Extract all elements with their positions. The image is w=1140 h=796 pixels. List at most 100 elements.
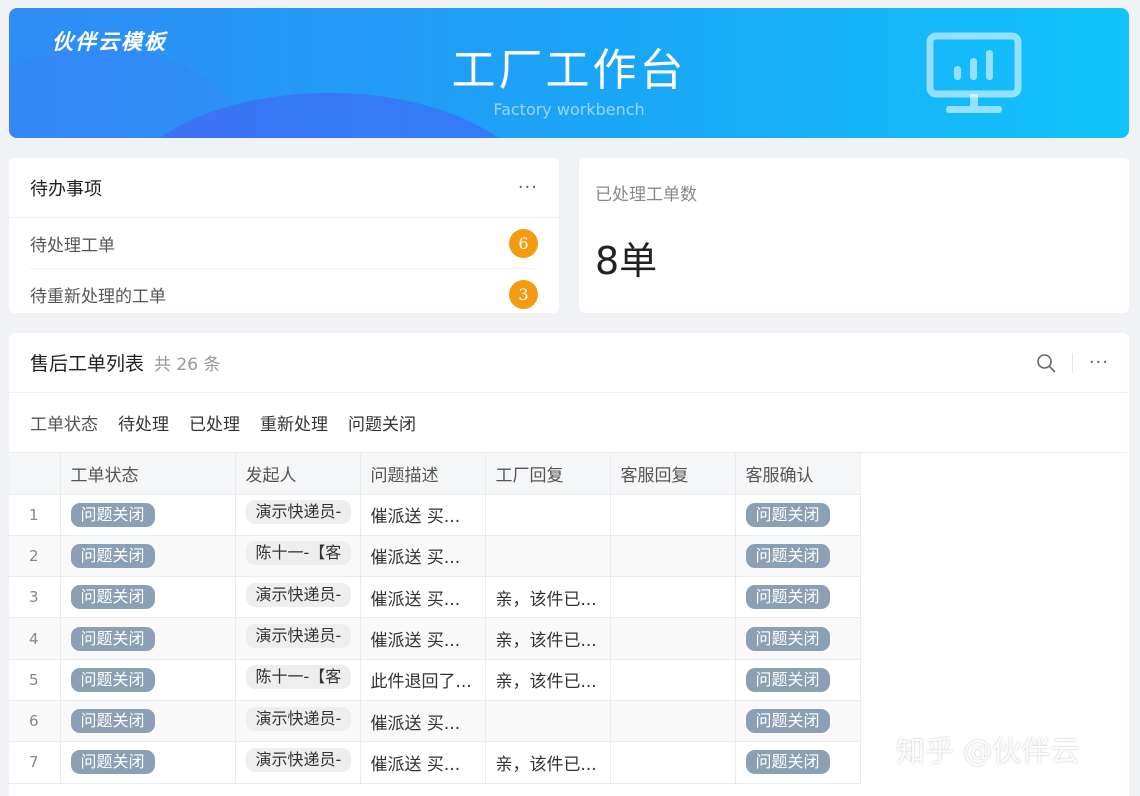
table-row[interactable]: 7 问题关闭 演示快递员- 催派送 买... 亲，该件已... 问题关闭 <box>9 741 861 784</box>
row-index: 1 <box>9 494 61 536</box>
column-header[interactable]: 问题描述 <box>360 453 486 495</box>
cs-reply-cell <box>610 617 736 660</box>
column-header[interactable]: 客服回复 <box>610 453 736 495</box>
desc-cell: 催派送 买... <box>360 700 486 743</box>
row-index: 6 <box>9 700 61 743</box>
column-header-index <box>9 453 61 495</box>
count-badge: 6 <box>509 228 538 258</box>
desc-cell: 催派送 买... <box>360 617 486 660</box>
confirm-pill: 问题关闭 <box>745 750 830 775</box>
status-cell: 问题关闭 <box>60 535 236 578</box>
initiator-chip: 陈十一-【客 <box>245 541 351 566</box>
row-index: 7 <box>9 741 61 784</box>
initiator-cell: 陈十一-【客 <box>235 659 361 701</box>
list-toolbar: ··· <box>1036 352 1109 373</box>
row-index: 5 <box>9 659 61 701</box>
row-index: 2 <box>9 535 61 578</box>
status-cell: 问题关闭 <box>60 741 236 784</box>
table-row[interactable]: 1 问题关闭 演示快递员- 催派送 买... 问题关闭 <box>9 494 861 536</box>
cs-confirm-cell: 问题关闭 <box>735 700 861 743</box>
factory-reply-cell <box>485 535 611 578</box>
desc-cell: 催派送 买... <box>360 576 486 619</box>
watermark: 知乎 @伙伴云 <box>896 734 1080 768</box>
cs-confirm-cell: 问题关闭 <box>735 659 861 701</box>
initiator-chip: 演示快递员- <box>245 624 351 649</box>
status-cell: 问题关闭 <box>60 700 236 743</box>
todo-header: 待办事项 ··· <box>9 158 559 218</box>
search-icon[interactable] <box>1036 353 1056 373</box>
filter-pending[interactable]: 待处理 <box>118 410 169 435</box>
confirm-pill: 问题关闭 <box>745 626 830 651</box>
filter-processed[interactable]: 已处理 <box>189 410 240 435</box>
filter-closed[interactable]: 问题关闭 <box>348 410 416 435</box>
count-badge: 3 <box>509 280 538 309</box>
toolbar-divider <box>1071 352 1073 373</box>
work-order-list: 售后工单列表 共 26 条 ··· 工单状态 待处理 已处理 重新处理 问题关闭… <box>9 333 1129 796</box>
initiator-chip: 陈十一-【客 <box>245 665 351 690</box>
desc-cell: 催派送 买... <box>360 741 486 784</box>
cs-confirm-cell: 问题关闭 <box>735 494 861 536</box>
factory-reply-cell: 亲，该件已... <box>485 659 611 701</box>
status-pill: 问题关闭 <box>70 709 155 734</box>
todo-item-label: 待重新处理的工单 <box>30 287 166 307</box>
cs-confirm-cell: 问题关闭 <box>735 617 861 660</box>
status-cell: 问题关闭 <box>60 576 236 619</box>
factory-reply-cell <box>485 494 611 536</box>
initiator-cell: 演示快递员- <box>235 494 361 536</box>
initiator-cell: 演示快递员- <box>235 741 361 784</box>
table-row[interactable]: 6 问题关闭 演示快递员- 催派送 买... 问题关闭 <box>9 700 861 743</box>
initiator-cell: 陈十一-【客 <box>235 535 361 578</box>
factory-reply-cell: 亲，该件已... <box>485 576 611 619</box>
status-cell: 问题关闭 <box>60 659 236 701</box>
initiator-chip: 演示快递员- <box>245 747 351 772</box>
todo-item-label: 待处理工单 <box>30 235 115 256</box>
column-header[interactable]: 工厂回复 <box>485 453 611 495</box>
cs-confirm-cell: 问题关闭 <box>735 535 861 578</box>
filter-reprocess[interactable]: 重新处理 <box>260 410 328 435</box>
record-count: 共 26 条 <box>154 355 221 375</box>
more-options-icon[interactable]: ··· <box>518 177 538 198</box>
confirm-pill: 问题关闭 <box>745 502 830 527</box>
row-index: 4 <box>9 617 61 660</box>
cs-reply-cell <box>610 576 736 619</box>
cs-reply-cell <box>610 494 736 536</box>
work-order-table: 工单状态 发起人 问题描述 工厂回复 客服回复 客服确认 1 问题关闭 演示快递… <box>9 453 861 784</box>
todo-item-reprocess[interactable]: 待重新处理的工单 3 <box>30 269 538 313</box>
initiator-cell: 演示快递员- <box>235 617 361 660</box>
confirm-pill: 问题关闭 <box>745 667 830 692</box>
status-pill: 问题关闭 <box>70 667 155 692</box>
status-pill: 问题关闭 <box>70 750 155 775</box>
status-cell: 问题关闭 <box>60 617 236 660</box>
column-header[interactable]: 发起人 <box>235 453 361 495</box>
initiator-chip: 演示快递员- <box>245 582 351 607</box>
initiator-cell: 演示快递员- <box>235 700 361 743</box>
table-row[interactable]: 3 问题关闭 演示快递员- 催派送 买... 亲，该件已... 问题关闭 <box>9 576 861 619</box>
table-row[interactable]: 2 问题关闭 陈十一-【客 催派送 买... 问题关闭 <box>9 535 861 578</box>
stat-value: 8单 <box>595 239 658 283</box>
banner: 伙伴云模板 工厂工作台 Factory workbench <box>9 8 1129 138</box>
confirm-pill: 问题关闭 <box>745 585 830 610</box>
cs-reply-cell <box>610 741 736 784</box>
cs-reply-cell <box>610 659 736 701</box>
todo-title: 待办事项 <box>30 178 102 200</box>
column-header[interactable]: 客服确认 <box>735 453 861 495</box>
cs-reply-cell <box>610 535 736 578</box>
desc-cell: 催派送 买... <box>360 535 486 578</box>
filter-label: 工单状态 <box>30 415 98 435</box>
confirm-pill: 问题关闭 <box>745 709 830 734</box>
confirm-pill: 问题关闭 <box>745 543 830 568</box>
table-row[interactable]: 4 问题关闭 演示快递员- 催派送 买... 亲，该件已... 问题关闭 <box>9 617 861 660</box>
more-options-icon[interactable]: ··· <box>1089 352 1109 373</box>
column-header[interactable]: 工单状态 <box>60 453 236 495</box>
table-row[interactable]: 5 问题关闭 陈十一-【客 此件退回了... 亲，该件已... 问题关闭 <box>9 659 861 701</box>
desc-cell: 此件退回了... <box>360 659 486 701</box>
status-pill: 问题关闭 <box>70 502 155 527</box>
factory-reply-cell: 亲，该件已... <box>485 741 611 784</box>
cs-confirm-cell: 问题关闭 <box>735 576 861 619</box>
initiator-chip: 演示快递员- <box>245 500 351 525</box>
list-header: 售后工单列表 共 26 条 ··· <box>9 333 1129 393</box>
status-filter-bar: 工单状态 待处理 已处理 重新处理 问题关闭 <box>9 393 1129 453</box>
processed-stat-card: 已处理工单数 8单 <box>579 158 1129 313</box>
status-pill: 问题关闭 <box>70 585 155 610</box>
todo-item-pending[interactable]: 待处理工单 6 <box>30 218 538 269</box>
